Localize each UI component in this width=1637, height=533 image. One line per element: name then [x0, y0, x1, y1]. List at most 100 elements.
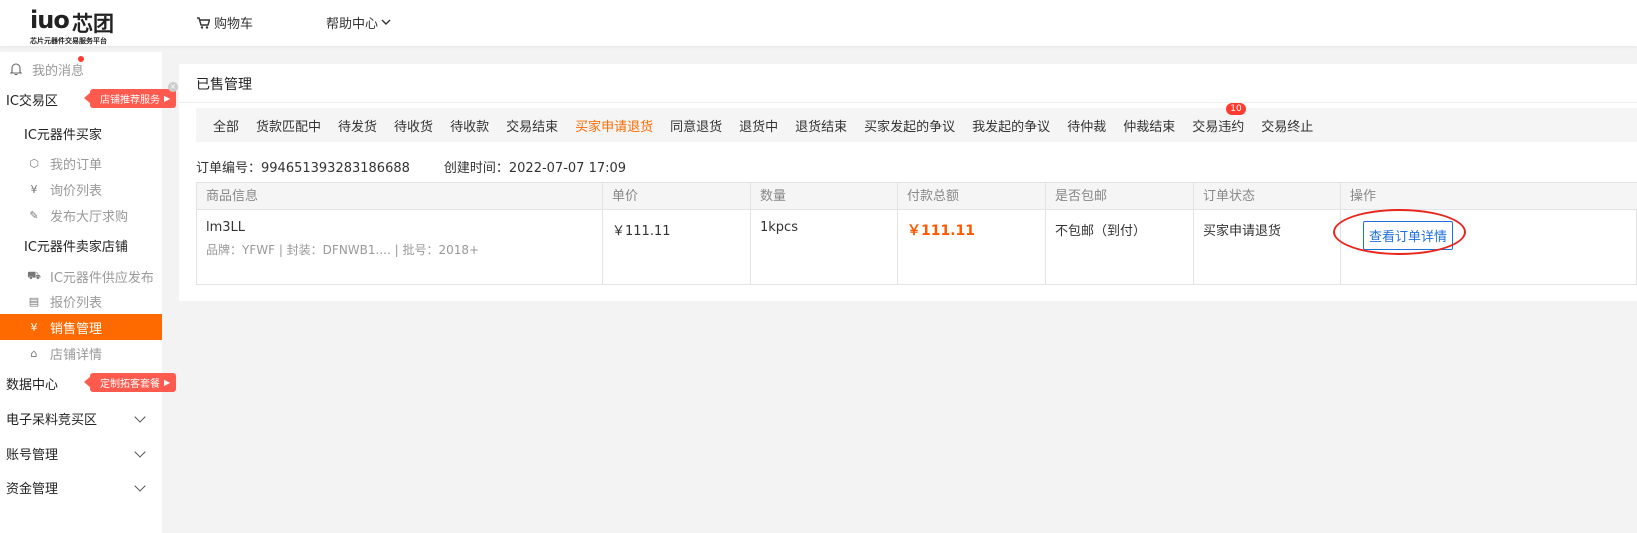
sidebar-item-label: 账号管理 — [6, 447, 59, 463]
logo-subtitle: 芯片元器件交易服务平台 — [30, 37, 107, 45]
status-tabs: 全部 货款匹配中 待发货 待收货 待收款 交易结束 买家申请退货 同意退货 退货中 退货结束 买家发… — [196, 102, 1637, 142]
tab-status[interactable]: 退货中 — [739, 116, 778, 135]
nav-cart-label: 购物车 — [214, 17, 254, 32]
column-header: 操作 — [1350, 189, 1377, 204]
tab-status[interactable]: 待发货 — [338, 116, 377, 135]
product-name[interactable]: lm3LL — [206, 220, 602, 235]
sidebar-item-label: 发布大厅求购 — [50, 209, 129, 225]
tab-status[interactable]: 我发起的争议 — [972, 116, 1050, 135]
nav-help-label: 帮助中心 — [326, 17, 379, 32]
tab-status[interactable]: 待收货 — [394, 116, 433, 135]
edit-doc-icon: ✎ — [29, 208, 39, 222]
sidebar: 我的消息 IC交易区 IC元器件买家 ⬡ 我的订单 ¥ 询价列表 ✎ 发布大厅求… — [0, 52, 162, 533]
logo[interactable]: iuo 芯团 芯片元器件交易服务平台 — [30, 6, 140, 45]
shop-icon: ⌂ — [30, 346, 38, 360]
chevron-down-icon — [381, 19, 391, 25]
violation-count-badge: 10 — [1226, 102, 1246, 115]
sidebar-group-ic-buyer[interactable]: IC元器件买家 — [0, 120, 162, 146]
sidebar-group-funds[interactable]: 资金管理 — [0, 474, 162, 500]
promo-shop-recommend[interactable]: 店铺推荐服务 ▶ — [83, 89, 177, 108]
sidebar-item-label: IC元器件卖家店铺 — [24, 239, 128, 255]
sidebar-item-supply-publish[interactable]: ⛟ IC元器件供应发布 — [0, 263, 162, 289]
tab-status[interactable]: 待仲裁 — [1067, 116, 1106, 135]
yen-list-icon: ¥ — [30, 182, 38, 196]
nav-cart[interactable]: 购物车 — [197, 13, 253, 32]
tab-status[interactable]: 仲裁结束 — [1123, 116, 1175, 135]
play-icon: ▶ — [164, 378, 171, 387]
total-amount: ￥111.11 — [907, 223, 976, 239]
sidebar-item-label: IC元器件供应发布 — [50, 270, 154, 286]
tab-status[interactable]: 退货结束 — [795, 116, 847, 135]
sidebar-item-label: 报价列表 — [50, 295, 103, 311]
chevron-down-icon — [134, 480, 146, 492]
cell-unit-price: ￥111.11 — [603, 210, 751, 284]
tab-status[interactable]: 买家发起的争议 — [864, 116, 955, 135]
sidebar-item-sales-management[interactable]: ¥ 销售管理 — [0, 314, 162, 340]
promo-custom-package[interactable]: 定制拓客套餐 ▶ — [83, 373, 177, 392]
sidebar-item-label: 资金管理 — [6, 481, 59, 497]
order-created-time: 创建时间：2022-07-07 17:09 — [443, 161, 627, 176]
sidebar-item-label: 店铺详情 — [50, 347, 103, 363]
sidebar-item-label: 我的消息 — [32, 63, 85, 79]
bell-icon — [9, 63, 23, 76]
cell-status: 买家申请退货 — [1194, 210, 1341, 284]
box-icon: ⬡ — [29, 156, 39, 170]
tab-status[interactable]: 买家申请退货 — [575, 116, 653, 135]
sidebar-item-label: 电子呆料竞买区 — [6, 412, 98, 428]
play-icon: ▶ — [164, 94, 171, 103]
unread-dot — [78, 56, 84, 62]
document-icon: ▤ — [28, 294, 40, 308]
promo-label: 定制拓客套餐 — [100, 379, 160, 390]
sidebar-item-inquiry-list[interactable]: ¥ 询价列表 — [0, 176, 162, 202]
table-header: 商品信息 单价 数量 付款总额 是否包邮 订单状态 操作 — [197, 183, 1637, 210]
sidebar-item-label: 销售管理 — [50, 321, 103, 337]
product-meta: 品牌：YFWF | 封装：DFNWB1.... | 批号：2018+ — [206, 243, 480, 257]
tab-status[interactable]: 货款匹配中 — [256, 116, 321, 135]
cell-product: lm3LL 品牌：YFWF | 封装：DFNWB1.... | 批号：2018+ — [197, 210, 603, 284]
yen-list-icon: ¥ — [30, 320, 38, 334]
sidebar-item-publish-request[interactable]: ✎ 发布大厅求购 — [0, 202, 162, 228]
sidebar-item-shop-detail[interactable]: ⌂ 店铺详情 — [0, 340, 162, 366]
highlight-circle — [1333, 209, 1466, 255]
sidebar-item-label: 我的订单 — [50, 157, 103, 173]
column-header: 单价 — [603, 183, 751, 210]
top-bar: iuo 芯团 芯片元器件交易服务平台 购物车 帮助中心 — [0, 0, 1637, 46]
chevron-down-icon — [134, 446, 146, 458]
cart-icon — [197, 16, 210, 29]
cell-total: ￥111.11 — [898, 210, 1046, 284]
sidebar-item-my-orders[interactable]: ⬡ 我的订单 — [0, 150, 162, 176]
tab-status[interactable]: 待收款 — [450, 116, 489, 135]
tab-status[interactable]: 交易违约 10 — [1192, 102, 1246, 135]
cell-shipping: 不包邮（到付） — [1046, 210, 1194, 284]
sidebar-item-label: IC交易区 — [6, 93, 58, 109]
tab-status[interactable]: 交易终止 — [1261, 116, 1313, 135]
tab-status[interactable]: 交易结束 — [506, 116, 558, 135]
logo-text: 芯团 — [72, 12, 114, 36]
tab-status[interactable]: 全部 — [213, 116, 239, 135]
chevron-down-icon — [134, 411, 146, 423]
sidebar-group-ic-seller[interactable]: IC元器件卖家店铺 — [0, 232, 162, 258]
sidebar-group-auction-zone[interactable]: 电子呆料竞买区 — [0, 405, 162, 431]
tab-status[interactable]: 同意退货 — [670, 116, 722, 135]
divider — [179, 102, 1637, 103]
column-header: 是否包邮 — [1046, 183, 1194, 210]
sold-management-card: 已售管理 全部 货款匹配中 待发货 待收货 待收款 交易结束 买家申请退货 同意退货 退货中 退货… — [179, 64, 1637, 301]
page-title: 已售管理 — [196, 77, 252, 93]
sidebar-item-quote-list[interactable]: ▤ 报价列表 — [0, 288, 162, 314]
nav-help-center[interactable]: 帮助中心 — [326, 13, 391, 32]
logo-mark: iuo — [30, 6, 70, 34]
promo-label: 店铺推荐服务 — [100, 95, 160, 106]
sidebar-item-label: 数据中心 — [6, 377, 59, 393]
order-number: 订单编号：994651393283186688 — [196, 161, 410, 176]
close-icon[interactable]: × — [168, 82, 178, 92]
sidebar-item-label: IC元器件买家 — [24, 127, 102, 143]
cell-quantity: 1kpcs — [751, 210, 898, 284]
sidebar-group-account[interactable]: 账号管理 — [0, 440, 162, 466]
order-meta: 订单编号：994651393283186688 创建时间：2022-07-07 … — [196, 157, 626, 176]
column-header: 订单状态 — [1194, 183, 1341, 210]
truck-icon: ⛟ — [27, 268, 41, 282]
column-header: 付款总额 — [898, 183, 1046, 210]
sidebar-item-label: 询价列表 — [50, 183, 103, 199]
column-header: 数量 — [751, 183, 898, 210]
column-header: 商品信息 — [197, 183, 603, 210]
